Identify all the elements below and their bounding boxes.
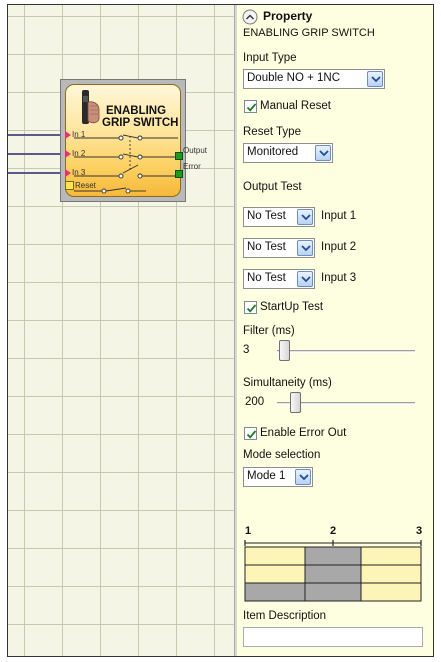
input-type-select[interactable]: Double NO + 1NC bbox=[243, 69, 385, 89]
main-frame: ENABLING GRIP SWITCH In 1 In 2 In 3 Rese… bbox=[7, 4, 434, 657]
startup-test-checkbox[interactable] bbox=[244, 301, 257, 314]
property-header: Property bbox=[263, 9, 313, 23]
chevron-down-icon[interactable] bbox=[297, 209, 313, 225]
chevron-down-icon[interactable] bbox=[315, 145, 331, 161]
mode-selection-value: Mode 1 bbox=[247, 470, 286, 482]
item-description-label: Item Description bbox=[243, 610, 327, 622]
chevron-down-icon[interactable] bbox=[297, 271, 313, 287]
wire-in-1 bbox=[8, 134, 68, 136]
output-test-1-label: Input 1 bbox=[321, 210, 357, 222]
schematic-canvas[interactable]: ENABLING GRIP SWITCH In 1 In 2 In 3 Rese… bbox=[8, 5, 234, 656]
output-test-2-select[interactable]: No Test bbox=[243, 238, 315, 258]
output-label: Output bbox=[183, 146, 208, 155]
collapse-chevron-up-icon[interactable] bbox=[242, 9, 258, 25]
property-panel: Property ENABLING GRIP SWITCH Input Type… bbox=[237, 5, 433, 656]
mode-cell-on bbox=[245, 583, 305, 601]
output-test-1-select[interactable]: No Test bbox=[243, 207, 315, 227]
mode-position-3: 3 bbox=[416, 525, 422, 537]
filter-label: Filter (ms) bbox=[243, 325, 295, 337]
output-test-2-label: Input 2 bbox=[321, 241, 357, 253]
mode-cell-on bbox=[305, 565, 361, 583]
mode-position-2: 2 bbox=[330, 525, 336, 537]
block-title-line1: ENABLING bbox=[106, 105, 167, 117]
reset-input-square-icon[interactable] bbox=[65, 181, 74, 190]
block-title-line2: GRIP SWITCH bbox=[102, 117, 179, 129]
mode-selection-select[interactable]: Mode 1 bbox=[243, 467, 313, 487]
error-terminal-icon[interactable] bbox=[175, 170, 183, 178]
grip-switch-icon bbox=[82, 90, 100, 124]
checkmark-icon bbox=[246, 103, 257, 112]
wire-in-3 bbox=[8, 172, 68, 174]
manual-reset-label: Manual Reset bbox=[260, 100, 331, 112]
output-test-1-value: No Test bbox=[247, 210, 286, 222]
input-1-arrow-icon[interactable] bbox=[65, 131, 71, 139]
simultaneity-label: Simultaneity (ms) bbox=[243, 377, 332, 389]
output-test-label: Output Test bbox=[243, 181, 302, 193]
startup-test-label: StartUp Test bbox=[260, 301, 324, 313]
component-name: ENABLING GRIP SWITCH bbox=[243, 27, 375, 39]
simultaneity-slider-thumb[interactable] bbox=[290, 392, 301, 413]
input-2-label: In 2 bbox=[72, 149, 86, 158]
reset-type-label: Reset Type bbox=[243, 126, 301, 138]
wire-in-2 bbox=[8, 153, 68, 155]
input-2-arrow-icon[interactable] bbox=[65, 150, 71, 158]
input-3-label: In 3 bbox=[72, 168, 86, 177]
enabling-grip-switch-block[interactable]: ENABLING GRIP SWITCH In 1 In 2 In 3 Rese… bbox=[60, 79, 207, 202]
input-3-arrow-icon[interactable] bbox=[65, 169, 71, 177]
reset-type-select[interactable]: Monitored bbox=[243, 143, 333, 163]
output-test-3-value: No Test bbox=[247, 272, 286, 284]
reset-input-label: Reset bbox=[75, 181, 96, 190]
block-title: ENABLING GRIP SWITCH bbox=[102, 105, 178, 129]
checkmark-icon bbox=[246, 430, 257, 439]
chevron-down-icon[interactable] bbox=[297, 240, 313, 256]
mode-position-1: 1 bbox=[245, 525, 251, 537]
checkmark-icon bbox=[246, 304, 257, 313]
output-test-3-label: Input 3 bbox=[321, 272, 357, 284]
item-description-input[interactable] bbox=[243, 627, 423, 647]
manual-reset-checkbox[interactable] bbox=[244, 100, 257, 113]
mode-cell-on bbox=[305, 547, 361, 565]
input-type-value: Double NO + 1NC bbox=[247, 72, 340, 84]
mode-selection-label: Mode selection bbox=[243, 449, 321, 461]
enable-error-out-label: Enable Error Out bbox=[260, 427, 347, 439]
input-type-label: Input Type bbox=[243, 52, 297, 64]
input-1-label: In 1 bbox=[72, 130, 86, 139]
mode-cell-on bbox=[305, 583, 361, 601]
simultaneity-value: 200 bbox=[245, 396, 265, 408]
filter-slider-track[interactable] bbox=[277, 350, 415, 353]
error-label: Error bbox=[183, 162, 201, 171]
enable-error-out-checkbox[interactable] bbox=[244, 427, 257, 440]
output-test-2-value: No Test bbox=[247, 241, 286, 253]
chevron-down-icon[interactable] bbox=[295, 469, 311, 485]
filter-value: 3 bbox=[243, 344, 250, 356]
chevron-down-icon[interactable] bbox=[367, 71, 383, 87]
mode-timing-diagram: 1 2 3 bbox=[244, 525, 422, 602]
output-test-3-select[interactable]: No Test bbox=[243, 269, 315, 289]
filter-slider-thumb[interactable] bbox=[279, 340, 290, 361]
reset-type-value: Monitored bbox=[247, 146, 299, 158]
output-terminal-icon[interactable] bbox=[175, 152, 183, 160]
